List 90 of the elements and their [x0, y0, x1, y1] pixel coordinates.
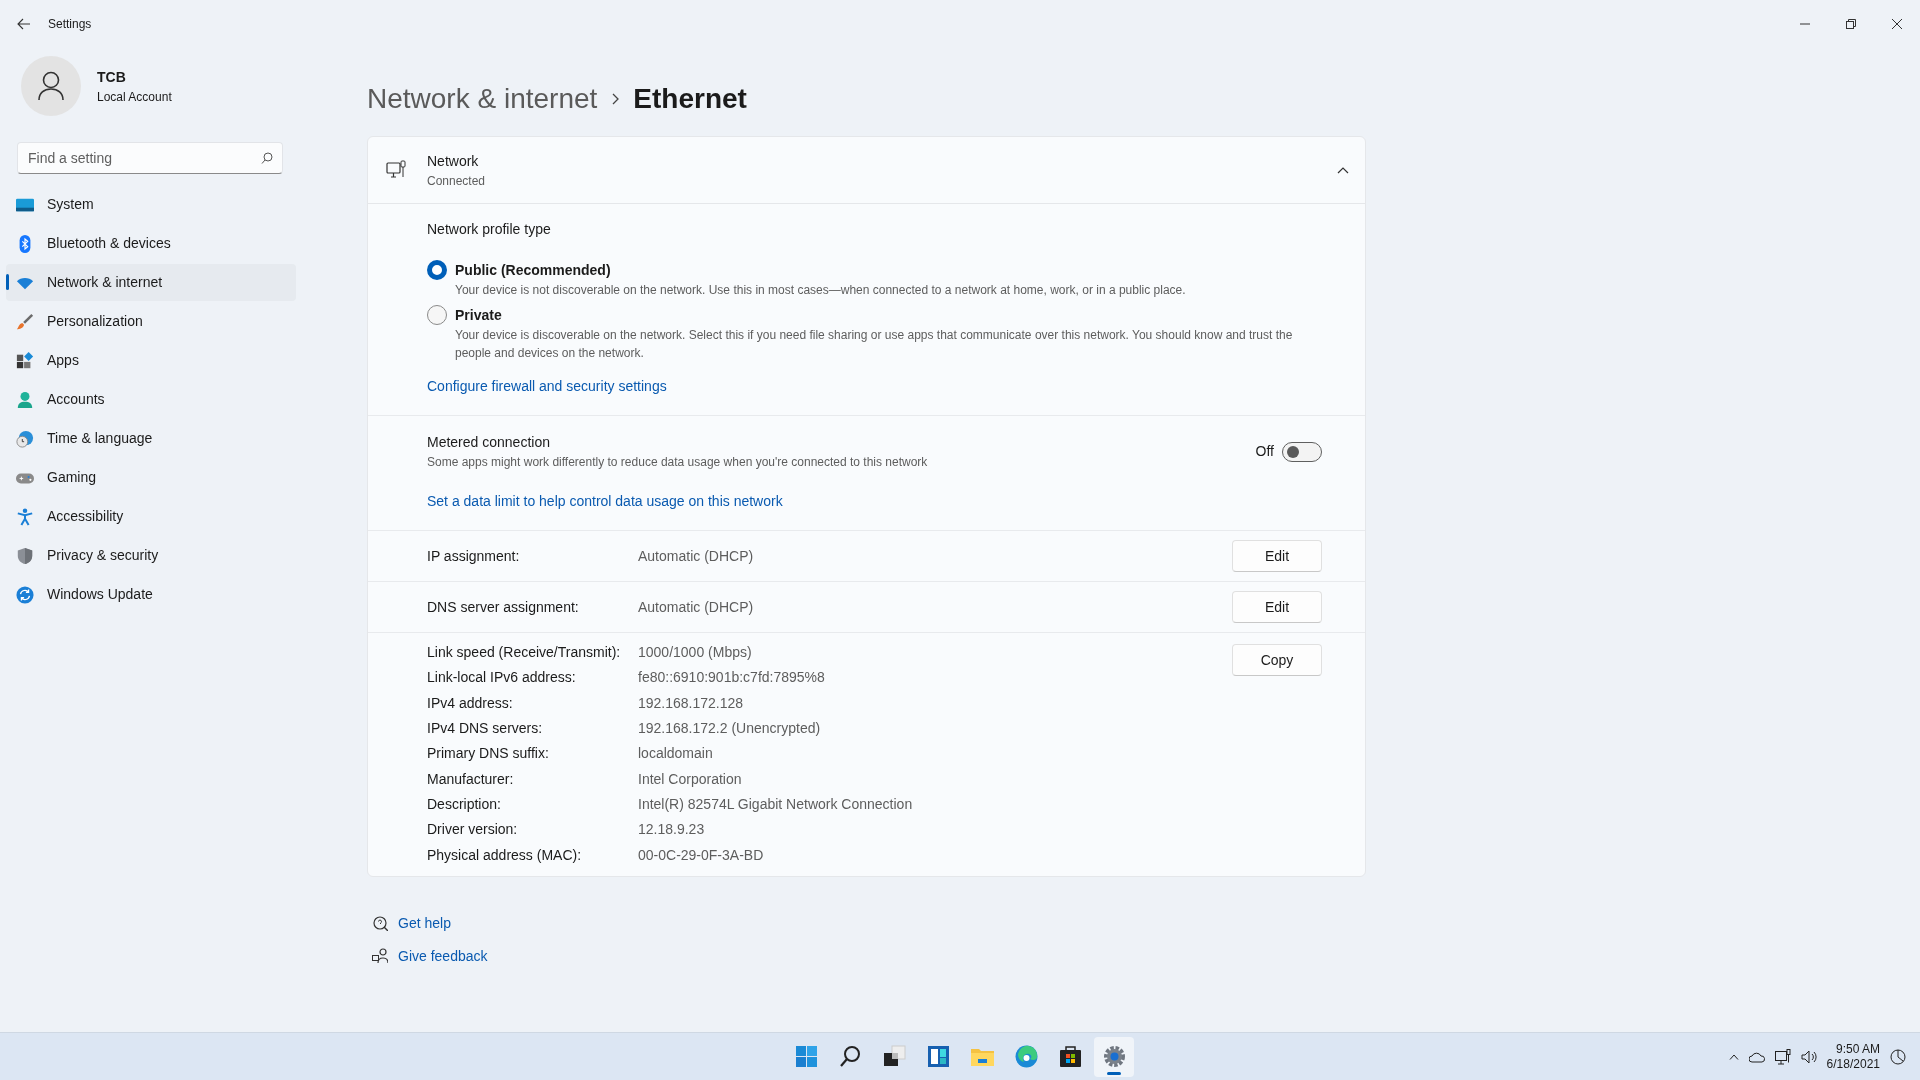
option-description: Your device is not discoverable on the network. Use this in most cases—when connected to a network at home, work, or in a public place. [455, 282, 1186, 299]
setting-title: Metered connection [427, 433, 551, 452]
help-icon [372, 915, 388, 932]
sidebar-item[interactable]: Network & internet [6, 264, 296, 301]
property-value: Automatic (DHCP) [638, 597, 754, 617]
speaker-icon[interactable] [1800, 1050, 1817, 1064]
search-icon [837, 1044, 863, 1069]
property-value: 192.168.172.2 (Unencrypted) [638, 719, 821, 739]
sidebar-item[interactable]: Bluetooth & devices [6, 225, 296, 262]
firewall-link[interactable]: Configure firewall and security settings [427, 378, 667, 394]
section-heading: Network profile type [427, 220, 552, 239]
overlapping-squares-icon [881, 1044, 907, 1069]
copy-button[interactable]: Copy [1232, 644, 1322, 676]
radio-label: Private [455, 306, 503, 325]
option-description: Your device is discoverable on the network. Select this if you need file sharing or use apps that communicate over this network. You should know and trust the people and devices on the network. [455, 327, 1294, 362]
network-title: Network [427, 151, 480, 171]
data-limit-link[interactable]: Set a data limit to help control data usage on this network [427, 493, 783, 509]
account-name: TCB [97, 67, 127, 87]
help-link[interactable]: Give feedback [398, 945, 488, 967]
computer-icon[interactable] [1774, 1049, 1791, 1065]
property-label: Link-local IPv6 address: [427, 668, 577, 688]
globe-clock-icon [16, 428, 34, 449]
edit-button[interactable]: Edit [1232, 591, 1322, 623]
account-type: Local Account [97, 88, 172, 106]
restore-icon [1846, 19, 1856, 29]
radio-label: Public (Recommended) [455, 261, 612, 280]
computer-icon [386, 160, 406, 180]
property-label: IPv4 address: [427, 693, 514, 713]
clock-date[interactable]: 6/18/2021 [1826, 1057, 1880, 1072]
property-value: Automatic (DHCP) [638, 546, 754, 566]
close-icon [1892, 19, 1902, 29]
person-icon [37, 71, 65, 101]
property-label: IP assignment: [427, 546, 521, 566]
radio-button[interactable] [427, 305, 447, 325]
shield-icon [16, 545, 34, 566]
sidebar-item[interactable]: Personalization [6, 303, 296, 340]
property-value: 192.168.172.128 [638, 693, 744, 713]
property-value: 00-0C-29-0F-3A-BD [638, 845, 764, 865]
property-value: fe80::6910:901b:c7fd:7895%8 [638, 668, 825, 688]
brush-icon [16, 311, 34, 332]
sidebar-item[interactable]: Apps [6, 342, 296, 379]
search-field[interactable]: Find a setting [17, 142, 283, 174]
sidebar-item[interactable]: Accounts [6, 381, 296, 418]
property-value: 1000/1000 (Mbps) [638, 643, 752, 663]
chevron-right-icon [611, 93, 620, 105]
edit-button[interactable]: Edit [1232, 540, 1322, 572]
toggle-label: Off [1255, 442, 1274, 461]
window-title: Settings [48, 16, 92, 33]
back-arrow-icon [17, 18, 31, 30]
sidebar-item[interactable]: Accessibility [6, 498, 296, 535]
property-label: Description: [427, 794, 502, 814]
chevron-up-icon[interactable] [1728, 1054, 1739, 1060]
accessibility-icon [16, 506, 34, 527]
property-value: Intel Corporation [638, 769, 742, 789]
cloud-icon[interactable] [1748, 1051, 1765, 1063]
gear-icon [1101, 1044, 1127, 1069]
breadcrumb-link[interactable]: Network & internet [367, 78, 598, 120]
sidebar-item[interactable]: System [6, 186, 296, 223]
shopping-bag-icon [1057, 1044, 1083, 1069]
search-icon [261, 152, 273, 164]
notification-icon[interactable] [1890, 1049, 1906, 1065]
widgets-icon [925, 1044, 951, 1069]
toggle-switch[interactable] [1282, 441, 1322, 462]
sync-icon [16, 584, 34, 605]
radio-button[interactable] [427, 260, 447, 280]
clock-time[interactable]: 9:50 AM [1826, 1042, 1880, 1057]
property-label: Primary DNS suffix: [427, 744, 550, 764]
setting-description: Some apps might work differently to reduce data usage when you're connected to this network [427, 454, 928, 471]
sidebar-item[interactable]: Privacy & security [6, 537, 296, 574]
apps-icon [16, 350, 34, 371]
property-label: Physical address (MAC): [427, 845, 583, 865]
property-value: Intel(R) 82574L Gigabit Network Connection [638, 794, 913, 814]
property-label: Driver version: [427, 820, 519, 840]
browser-icon [1013, 1044, 1039, 1069]
page-title: Ethernet [633, 82, 747, 116]
sidebar-item[interactable]: Gaming [6, 459, 296, 496]
card-header[interactable]: Network Connected [368, 137, 1365, 204]
help-link[interactable]: Get help [398, 912, 451, 934]
property-label: Link speed (Receive/Transmit): [427, 643, 622, 663]
start-icon [793, 1044, 819, 1069]
network-status: Connected [427, 172, 486, 190]
property-value: 12.18.9.23 [638, 820, 705, 840]
property-label: Manufacturer: [427, 769, 515, 789]
person-icon [16, 389, 34, 410]
property-label: DNS server assignment: [427, 597, 580, 617]
property-label: IPv4 DNS servers: [427, 719, 544, 739]
sidebar-item[interactable]: Windows Update [6, 576, 296, 613]
property-value: localdomain [638, 744, 713, 764]
feedback-icon [372, 948, 388, 965]
sidebar-item[interactable]: Time & language [6, 420, 296, 457]
